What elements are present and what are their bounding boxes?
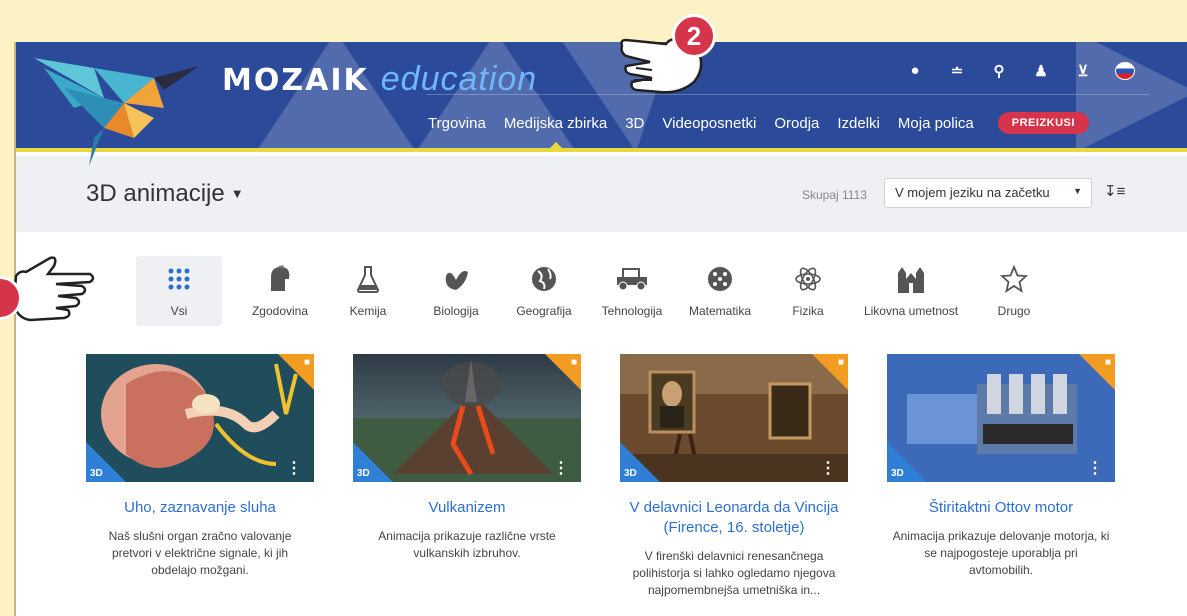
nav-item-medijska-zbirka[interactable]: Medijska zbirka: [504, 115, 607, 148]
category-label: Geografija: [516, 304, 572, 318]
user-icon[interactable]: ♟: [1031, 62, 1051, 84]
category-label: Matematika: [688, 304, 752, 318]
nav-item-videoposnetki[interactable]: Videoposnetki: [662, 115, 756, 132]
media-card[interactable]: ■ 3D ⋮ Štiritaktni Ottov motor Animacija…: [887, 354, 1115, 579]
header-icon-bar: ● ≐ ⚲ ♟ ⊻: [905, 62, 1135, 84]
category-label: Zgodovina: [251, 304, 309, 318]
butterfly-icon: [412, 264, 500, 294]
brand-name: MOZAIK: [222, 63, 369, 98]
rss-icon[interactable]: ≐: [947, 62, 967, 84]
nav-item-izdelki[interactable]: Izdelki: [837, 115, 880, 132]
kingfisher-logo-icon[interactable]: [34, 48, 204, 166]
total-count: Skupaj 1113: [802, 188, 867, 202]
otto-engine-thumbnail[interactable]: ■ 3D ⋮: [887, 354, 1115, 482]
category-filter: Vsi Zgodovina Kemija Biologija Geografij…: [136, 256, 1058, 326]
sort-order-icon[interactable]: ↧≡: [1104, 182, 1125, 200]
category-matematika[interactable]: Matematika: [676, 256, 764, 326]
header-divider: [426, 94, 1149, 95]
category-kemija[interactable]: Kemija: [324, 256, 412, 326]
category-zgodovina[interactable]: Zgodovina: [236, 256, 324, 326]
grid-icon: [136, 264, 222, 294]
more-options-icon[interactable]: ⋮: [820, 461, 836, 477]
dropdown-arrow-icon: ▼: [1073, 186, 1082, 196]
more-options-icon[interactable]: ⋮: [553, 461, 569, 477]
gift-icon: ■: [303, 357, 310, 368]
star-icon: [970, 264, 1058, 294]
media-card[interactable]: ■ 3D ⋮ Vulkanizem Animacija prikazuje ra…: [353, 354, 581, 562]
helmet-icon: [236, 264, 324, 294]
nav-item-orodja[interactable]: Orodja: [774, 115, 819, 132]
cart-icon[interactable]: ⊻: [1073, 62, 1093, 84]
main-nav: Trgovina Medijska zbirka 3D Videoposnetk…: [428, 112, 1089, 148]
cathedral-icon: [852, 264, 970, 294]
media-card[interactable]: ■ 3D ⋮ V delavnici Leonarda da Vincija (…: [620, 354, 848, 599]
category-fizika[interactable]: Fizika: [764, 256, 852, 326]
category-label: Kemija: [349, 304, 387, 318]
category-vsi[interactable]: Vsi: [136, 256, 222, 326]
nav-item-moja-polica[interactable]: Moja polica: [898, 115, 974, 132]
category-label: Drugo: [997, 304, 1031, 318]
nav-item-trgovina[interactable]: Trgovina: [428, 115, 486, 132]
category-likovna-umetnost[interactable]: Likovna umetnost: [852, 256, 970, 326]
card-title[interactable]: Štiritaktni Ottov motor: [887, 498, 1115, 518]
gift-icon: ■: [837, 357, 844, 368]
category-label: Fizika: [792, 304, 824, 318]
caret-down-icon: ▼: [230, 186, 244, 201]
3d-badge: 3D: [624, 468, 637, 479]
try-button[interactable]: PREIZKUSI: [997, 112, 1089, 134]
category-label: Tehnologija: [601, 304, 663, 318]
category-geografija[interactable]: Geografija: [500, 256, 588, 326]
card-description: Animacija prikazuje delovanje motorja, k…: [892, 529, 1110, 577]
card-title[interactable]: Uho, zaznavanje sluha: [86, 498, 314, 518]
gift-icon: ■: [570, 357, 577, 368]
dice-icon: [676, 264, 764, 294]
category-drugo[interactable]: Drugo: [970, 256, 1058, 326]
browser-page: MOZAIK education ● ≐ ⚲ ♟ ⊻ Trgovina Medi…: [14, 42, 1187, 616]
page-title[interactable]: 3D animacije ▼: [86, 180, 244, 208]
atom-icon: [764, 264, 852, 294]
volcano-animation-thumbnail[interactable]: ■ 3D ⋮: [353, 354, 581, 482]
3d-badge: 3D: [90, 468, 103, 479]
nav-item-3d[interactable]: 3D: [625, 115, 644, 132]
leonardo-workshop-thumbnail[interactable]: ■ 3D ⋮: [620, 354, 848, 482]
media-card[interactable]: ■ 3D ⋮ Uho, zaznavanje sluha Naš slušni …: [86, 354, 314, 579]
category-label: Biologija: [433, 304, 479, 318]
card-description: Naš slušni organ zračno valovanje pretvo…: [108, 529, 292, 577]
ear-animation-thumbnail[interactable]: ■ 3D ⋮: [86, 354, 314, 482]
category-tehnologija[interactable]: Tehnologija: [588, 256, 676, 326]
3d-badge: 3D: [891, 468, 904, 479]
card-title[interactable]: V delavnici Leonarda da Vincija (Firence…: [620, 498, 848, 538]
search-icon[interactable]: ⚲: [989, 62, 1009, 84]
category-label: Likovna umetnost: [863, 304, 959, 318]
3d-badge: 3D: [357, 468, 370, 479]
more-options-icon[interactable]: ⋮: [1087, 461, 1103, 477]
sort-select-value: V mojem jeziku na začetku: [895, 185, 1050, 200]
card-description: V firenški delavnici renesančnega polihi…: [632, 549, 836, 597]
title-bar: 3D animacije ▼ Skupaj 1113 V mojem jeziku…: [16, 156, 1187, 232]
category-biologija[interactable]: Biologija: [412, 256, 500, 326]
card-description: Animacija prikazuje različne vrste vulka…: [378, 529, 556, 560]
card-title[interactable]: Vulkanizem: [353, 498, 581, 518]
more-options-icon[interactable]: ⋮: [286, 461, 302, 477]
step-number-badge: 2: [672, 14, 716, 58]
chat-icon[interactable]: ●: [905, 62, 925, 84]
category-label: Vsi: [170, 304, 188, 318]
flask-icon: [324, 264, 412, 294]
language-flag-icon[interactable]: [1115, 62, 1135, 84]
globe-icon: [500, 264, 588, 294]
sort-select[interactable]: V mojem jeziku na začetku ▼: [884, 178, 1092, 208]
gift-icon: ■: [1104, 357, 1111, 368]
car-icon: [588, 264, 676, 294]
page-title-text: 3D animacije: [86, 180, 225, 207]
